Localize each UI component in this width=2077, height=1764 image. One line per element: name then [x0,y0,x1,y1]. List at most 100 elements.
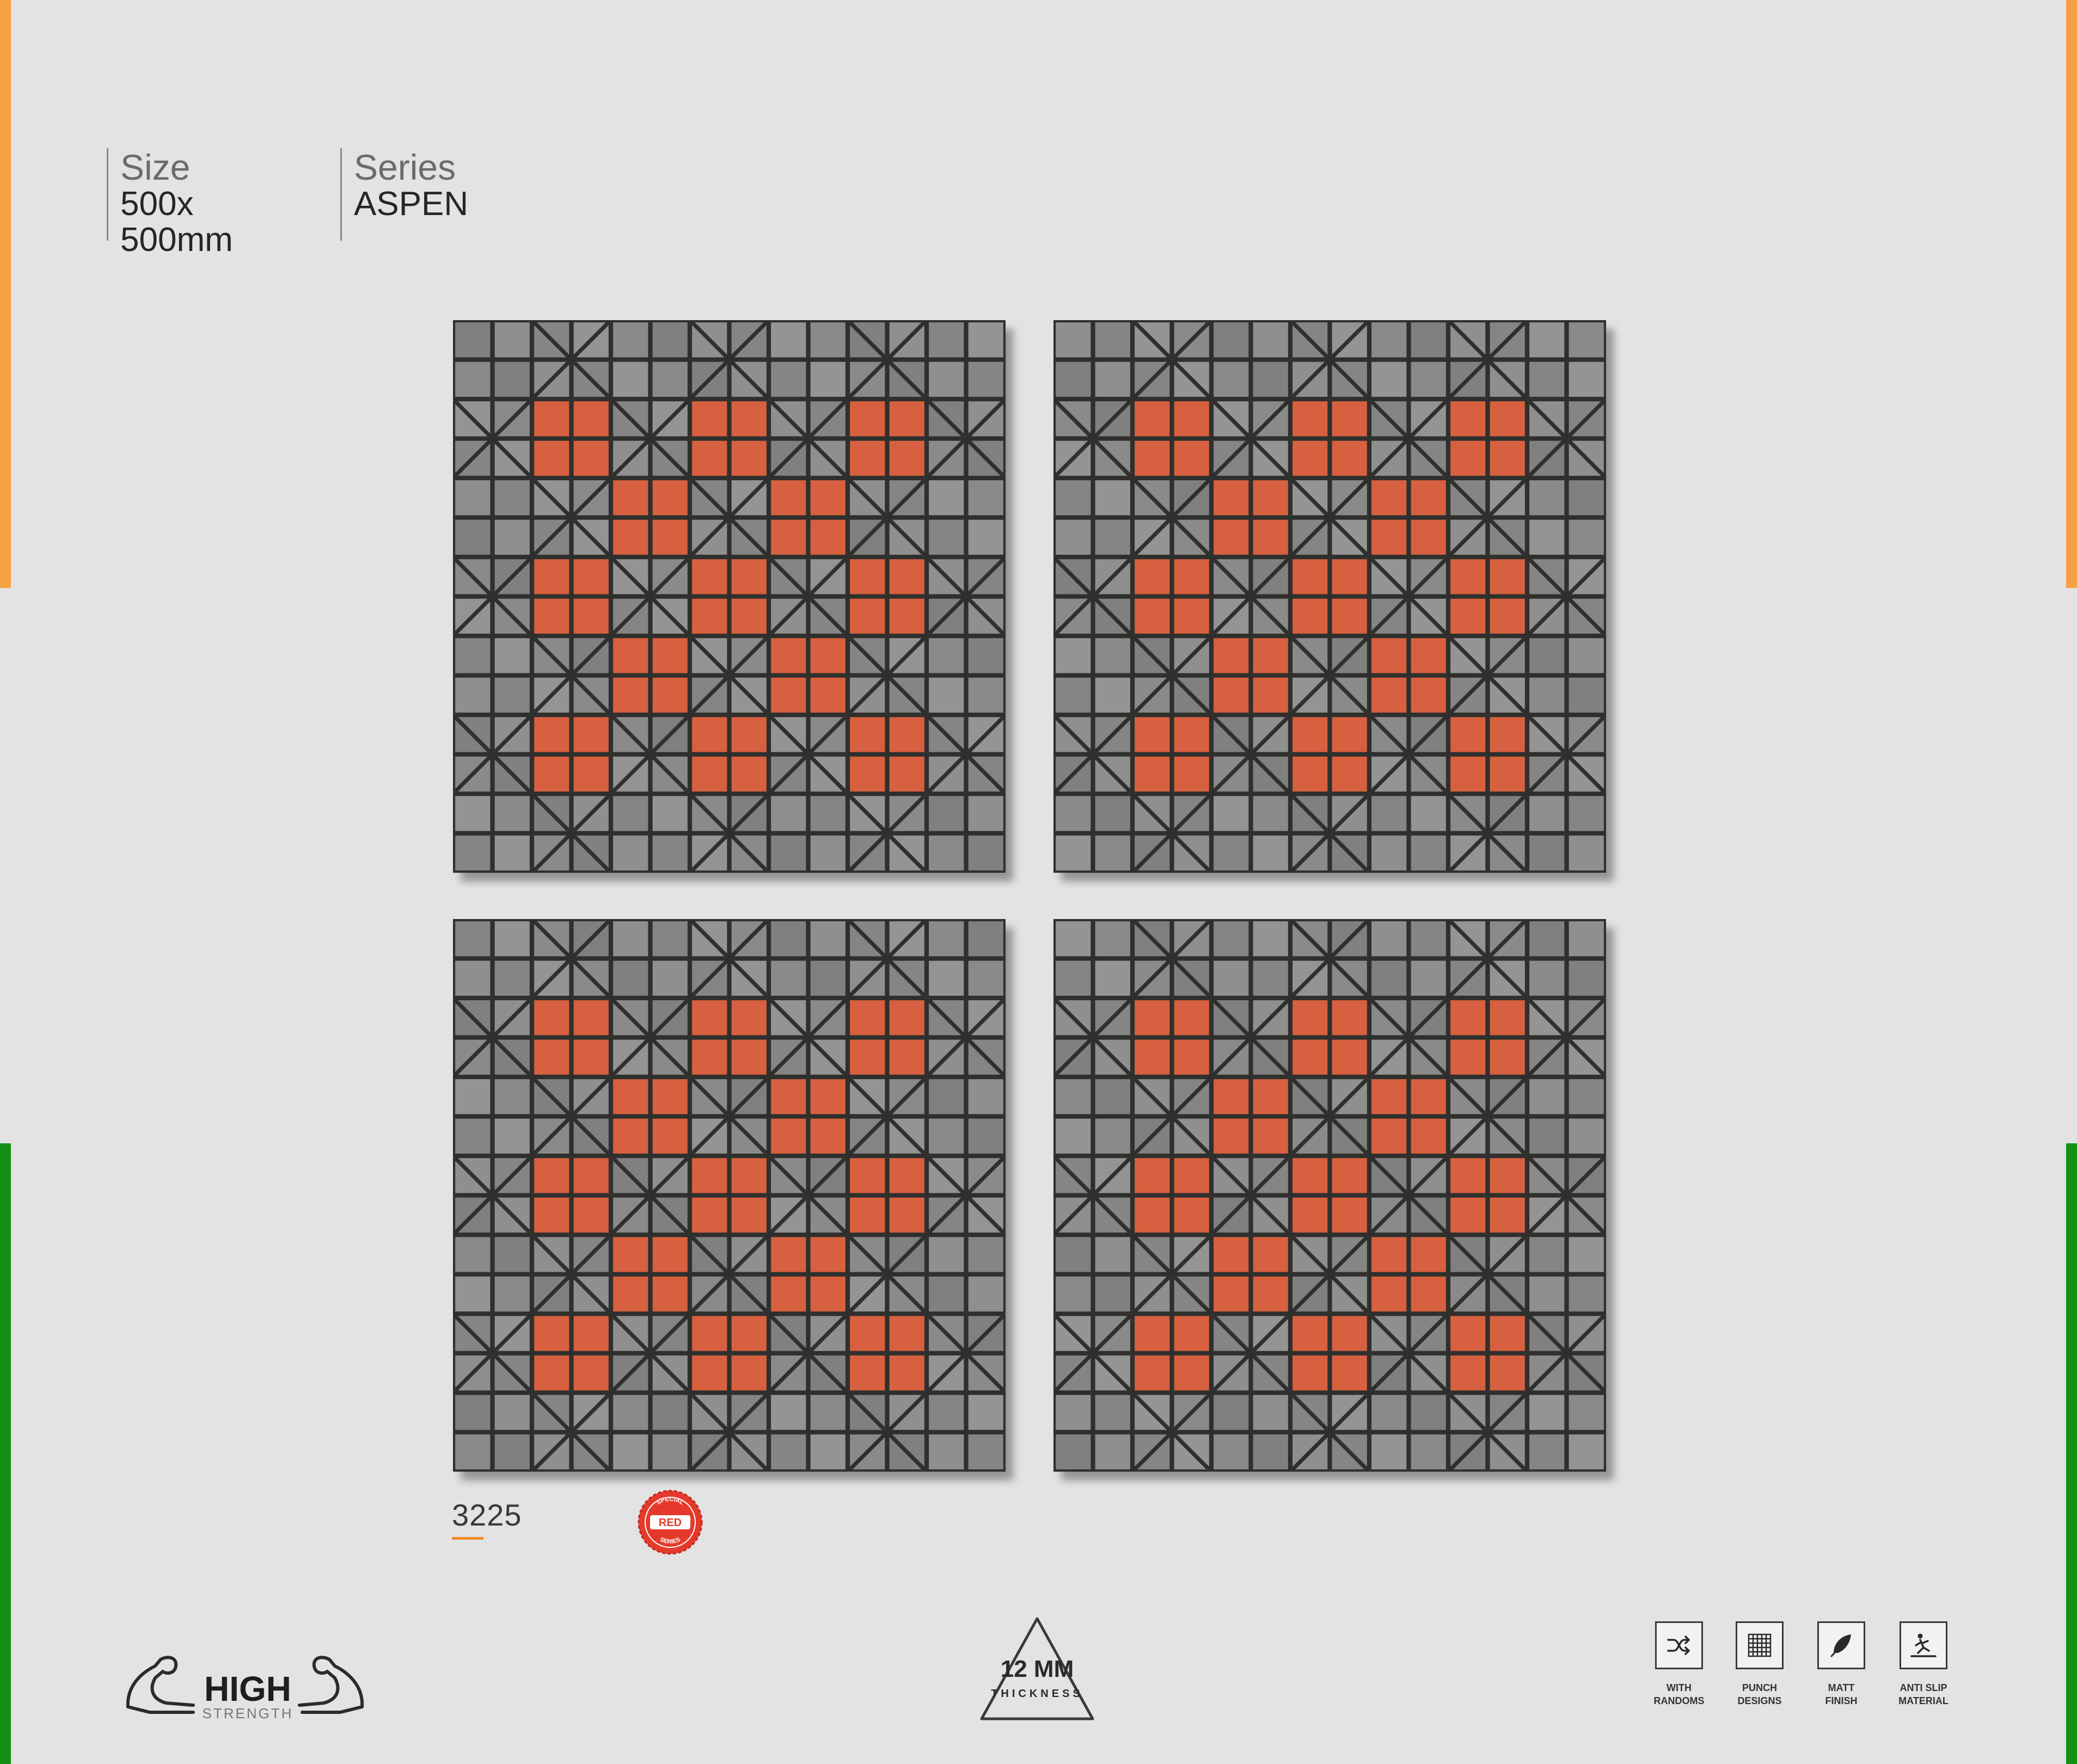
tile-cell [1253,960,1288,996]
series-value: ASPEN [354,185,469,223]
tile-cell [494,322,530,358]
tile-cell [534,1000,569,1036]
tile-cell [494,835,530,871]
tile-cell [1174,1158,1209,1193]
tile-cell [1214,1434,1249,1469]
tile-cell [1174,401,1209,437]
feature-box [1655,1621,1703,1669]
tile-cell [1371,1079,1407,1114]
tile-cell [613,322,648,358]
tile-cell [652,519,688,555]
tile-cell [1095,362,1130,397]
tile-cell [850,598,885,634]
tile-cell [1569,921,1604,957]
tile-cell [810,835,845,871]
flag-stripe-green-left [0,1143,11,1764]
tile-cell [1135,1039,1170,1075]
tile-cell [771,796,806,831]
tile-cell [573,1197,609,1233]
tile-pattern [1053,320,1606,873]
tile-cell [1529,362,1565,397]
tile-cell [1450,756,1486,792]
tile-cell [1371,796,1407,831]
tile-cell [1490,1039,1525,1075]
tile-pattern [453,320,1006,873]
tile-cell [494,677,530,713]
tile-cell [1450,1197,1486,1233]
tile-cell [613,362,648,397]
tile-cell [494,921,530,957]
catalog-page: Size 500x 500mm Series ASPEN 3225 RED SP… [0,0,2077,1764]
tile-cell [652,1434,688,1469]
tile-cell [613,1118,648,1154]
tile-cell [534,401,569,437]
tile-cell [1490,1355,1525,1391]
tile-cell [771,519,806,555]
size-value: 500x 500mm [120,185,233,259]
tile-cell [1095,322,1130,358]
product-code: 3225 [452,1497,522,1540]
feature-label: ANTI SLIP MATERIAL [1898,1682,1949,1706]
tile-cell [1174,756,1209,792]
tile-cell [771,921,806,957]
feature-box [1736,1621,1784,1669]
tile-cell [455,638,491,673]
tile-cell [1490,440,1525,476]
tile-cell [1095,1276,1130,1312]
tile-cell [1253,519,1288,555]
tile-cell [929,519,964,555]
tile-cell [1135,1158,1170,1193]
tile-cell [1095,1434,1130,1469]
tile-cell [573,1000,609,1036]
tile-cell [1411,835,1446,871]
tile-cell [968,362,1003,397]
feature-box [1900,1621,1947,1669]
tile-cell [1490,1000,1525,1036]
tile-cell [455,519,491,555]
tile-cell [1450,1355,1486,1391]
tile-cell [1056,1395,1091,1430]
tile-cell [692,756,727,792]
tile-cell [1253,1395,1288,1430]
tile-cell [692,1000,727,1036]
tile-cell [968,1395,1003,1430]
tile-cell [1135,559,1170,595]
tile-cell [810,519,845,555]
tile-cell [1214,1118,1249,1154]
tile-cell [810,362,845,397]
tile-cell [929,638,964,673]
size-label: Size [120,147,191,187]
tile-cell [1332,559,1367,595]
tile-cell [1490,401,1525,437]
tile-cell [1529,677,1565,713]
tile-cell [1253,1118,1288,1154]
tile-cell [929,322,964,358]
tile-cell [1292,756,1328,792]
shuffle-icon [1667,1636,1690,1655]
slip-figure-icon [1910,1633,1937,1657]
tile-cell [1135,1197,1170,1233]
tile-cell [1056,362,1091,397]
tile-cell [573,440,609,476]
tile-cell [889,559,924,595]
thickness-indicator: 12 MM THICKNESS [980,1617,1094,1720]
feature-label: PUNCH DESIGNS [1737,1682,1782,1706]
tile-cell [692,1316,727,1351]
tile-cell [731,1355,767,1391]
tile-cell [968,480,1003,516]
tile-cell [613,1395,648,1430]
tile-cell [573,756,609,792]
tile-cell [1332,401,1367,437]
tile-cell [1253,1434,1288,1469]
tile-cell [771,1237,806,1272]
tile-cell [1056,322,1091,358]
special-red-series-badge-icon: RED SPECIAL SERIES [638,1490,703,1555]
tile-cell [1292,1197,1328,1233]
tile-cell [1135,1355,1170,1391]
tile-cell [1095,960,1130,996]
feature-label: MATT FINISH [1825,1682,1858,1706]
tile-cell [1371,1118,1407,1154]
tile-cell [1569,1395,1604,1430]
tile-cell [573,598,609,634]
tile-cell [889,1316,924,1351]
